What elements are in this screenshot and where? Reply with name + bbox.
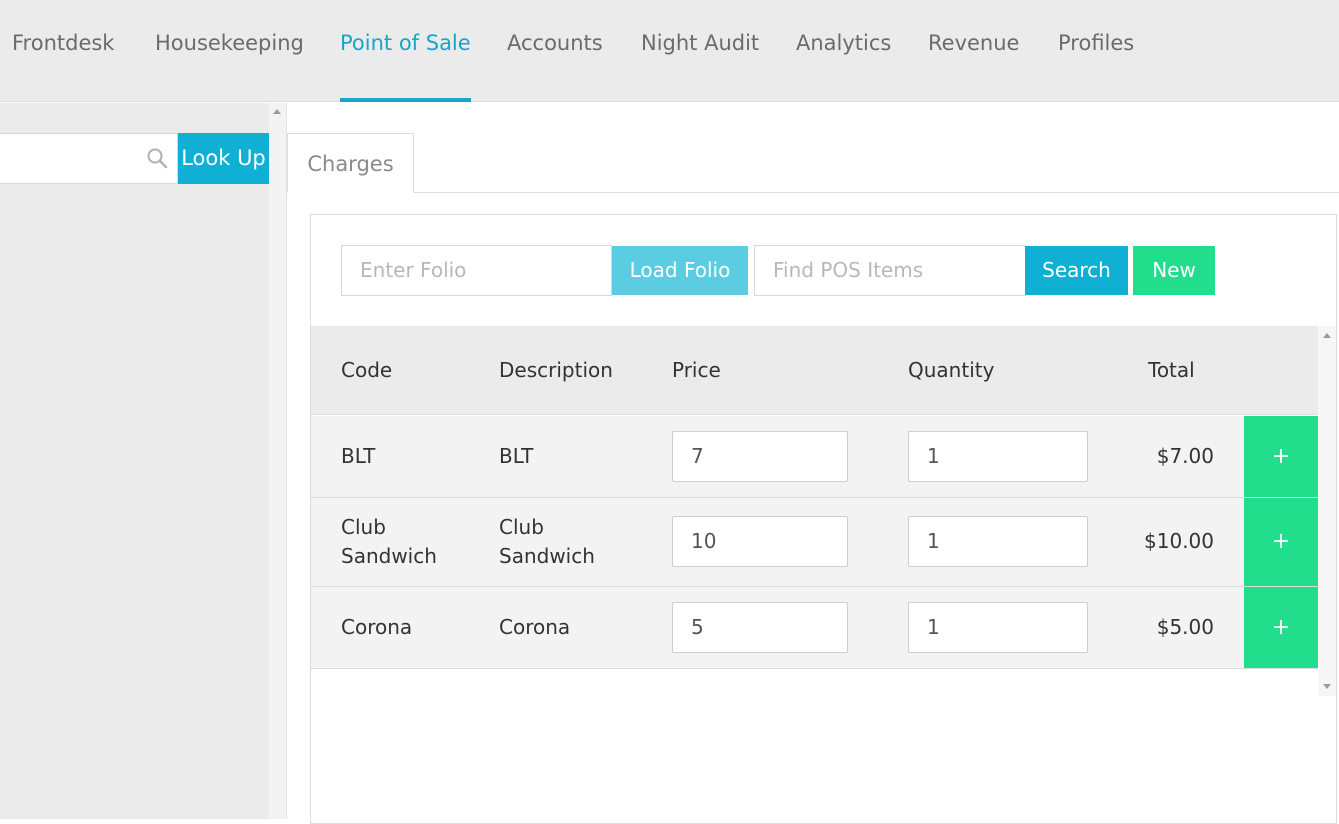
row-total: $5.00 <box>1156 615 1214 639</box>
lookup-button[interactable]: Look Up <box>178 133 269 184</box>
tab-charges[interactable]: Charges <box>287 133 414 193</box>
nav-item-night-audit[interactable]: Night Audit <box>641 0 759 102</box>
column-header-description: Description <box>499 358 613 382</box>
row-total: $7.00 <box>1156 444 1214 468</box>
row-code: Club Sandwich <box>341 515 437 568</box>
scroll-up-icon[interactable] <box>273 109 281 114</box>
table-row: Corona Corona 5 1 $5.00 + <box>311 587 1318 669</box>
find-pos-items-input[interactable]: Find POS Items <box>754 245 1026 296</box>
column-header-code: Code <box>341 358 393 382</box>
table-row: Club Sandwich Club Sandwich 10 1 $10.00 … <box>311 498 1318 587</box>
row-description: BLT <box>499 444 534 468</box>
quantity-input[interactable]: 1 <box>908 602 1088 653</box>
column-header-quantity: Quantity <box>908 358 995 382</box>
add-charge-button[interactable]: + <box>1244 587 1318 668</box>
nav-item-point-of-sale[interactable]: Point of Sale <box>340 0 471 102</box>
nav-item-accounts[interactable]: Accounts <box>507 0 603 102</box>
nav-item-analytics[interactable]: Analytics <box>796 0 891 102</box>
add-charge-button[interactable]: + <box>1244 416 1318 497</box>
row-description: Corona <box>499 615 571 639</box>
nav-item-housekeeping[interactable]: Housekeeping <box>155 0 304 102</box>
column-header-price: Price <box>672 358 721 382</box>
add-charge-button[interactable]: + <box>1244 498 1318 586</box>
tab-divider <box>287 192 1339 193</box>
row-description: Club Sandwich <box>499 515 595 568</box>
price-input[interactable]: 10 <box>672 516 848 567</box>
price-input[interactable]: 5 <box>672 602 848 653</box>
column-header-total: Total <box>1148 358 1195 382</box>
top-nav: Frontdesk Housekeeping Point of Sale Acc… <box>0 0 1339 102</box>
scroll-down-icon[interactable] <box>1323 684 1331 689</box>
new-button[interactable]: New <box>1133 246 1215 295</box>
search-button[interactable]: Search <box>1025 246 1128 295</box>
scroll-up-icon[interactable] <box>1323 333 1331 338</box>
price-input[interactable]: 7 <box>672 431 848 482</box>
nav-item-profiles[interactable]: Profiles <box>1058 0 1134 102</box>
left-panel <box>0 103 269 819</box>
row-total: $10.00 <box>1144 529 1214 553</box>
folio-input[interactable]: Enter Folio <box>341 245 612 296</box>
search-icon <box>147 148 168 169</box>
quantity-input[interactable]: 1 <box>908 516 1088 567</box>
row-code: Corona <box>341 615 413 639</box>
quantity-input[interactable]: 1 <box>908 431 1088 482</box>
left-panel-scrollbar[interactable] <box>269 103 287 819</box>
nav-item-revenue[interactable]: Revenue <box>928 0 1019 102</box>
table-header: Code Description Price Quantity Total <box>311 326 1318 415</box>
table-scrollbar[interactable] <box>1318 326 1336 696</box>
table-row: BLT BLT 7 1 $7.00 + <box>311 416 1318 498</box>
nav-item-frontdesk[interactable]: Frontdesk <box>12 0 114 102</box>
load-folio-button[interactable]: Load Folio <box>612 246 748 295</box>
row-code: BLT <box>341 444 376 468</box>
